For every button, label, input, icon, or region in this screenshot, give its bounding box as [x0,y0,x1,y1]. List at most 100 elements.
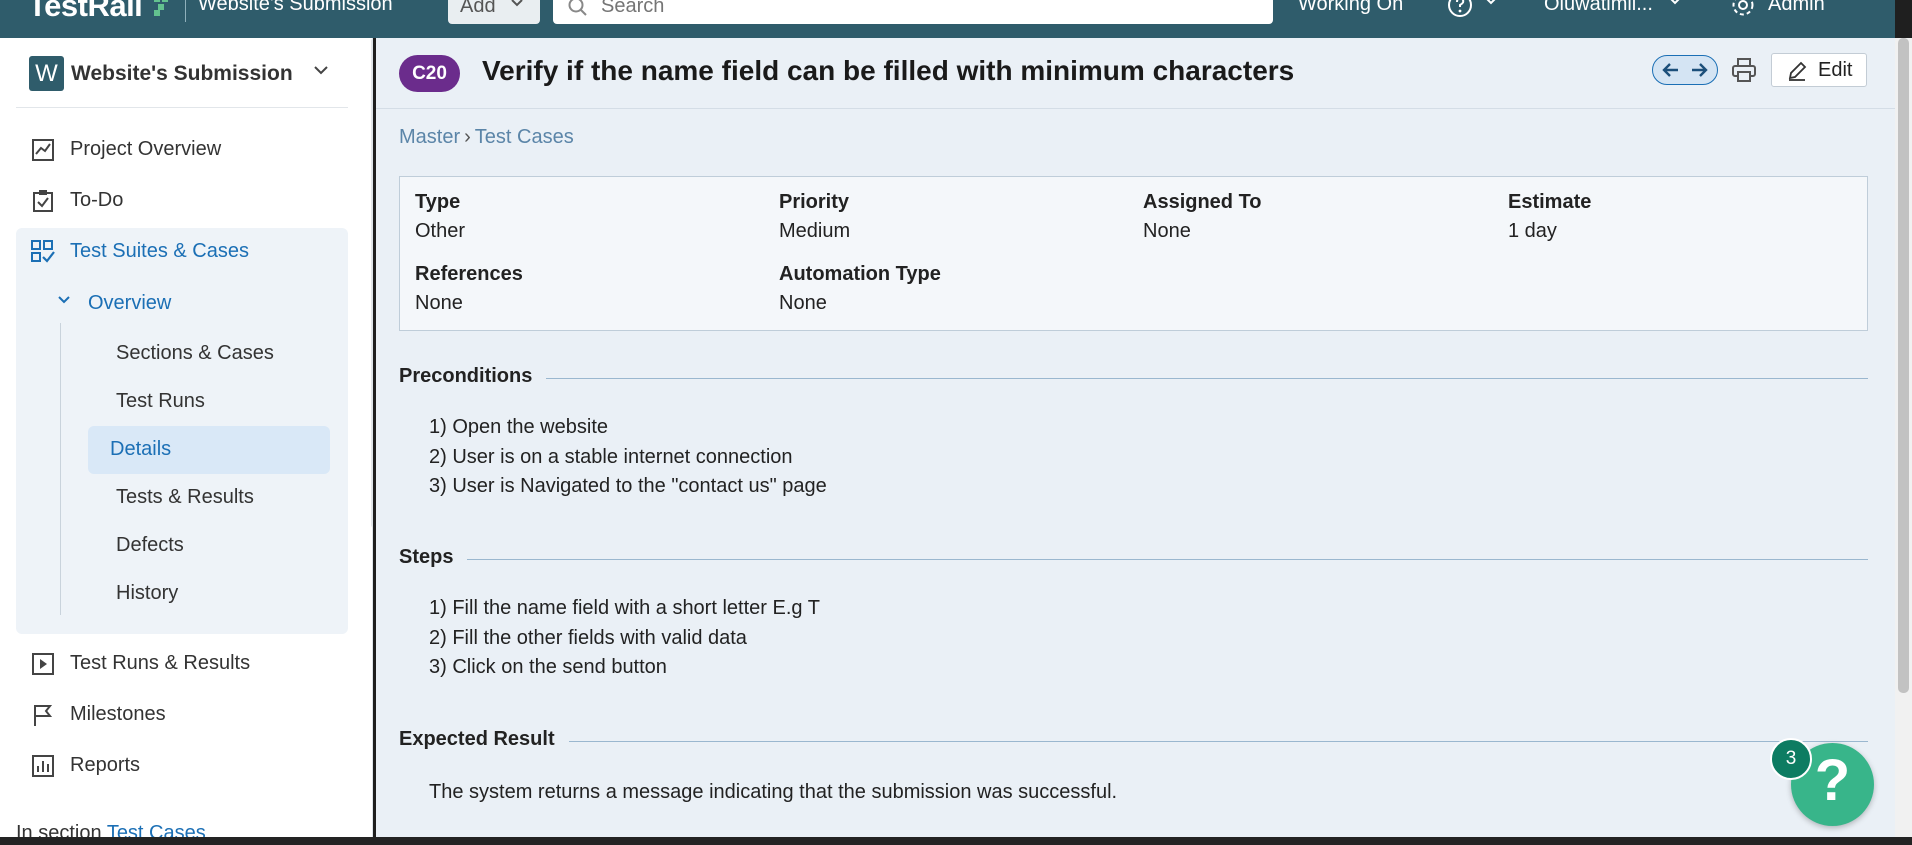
main-content: C20 Verify if the name field can be fill… [376,38,1895,837]
preconditions-list: 1) Open the website 2) User is on a stab… [429,413,827,502]
preconditions-heading: Preconditions [399,365,1868,391]
list-item: 1) Open the website [429,416,608,438]
overview-label: Overview [88,292,172,314]
topbar-project-name[interactable]: Website's Submission [198,0,393,16]
case-navigation [1652,55,1718,85]
notification-badge: 3 [1770,738,1812,780]
property-value: Medium [779,220,851,242]
subnav-item-sections-cases[interactable]: Sections & Cases [116,342,274,365]
in-section-info: In section Test Cases [16,822,206,837]
expected-result-text: The system returns a message indicating … [429,781,1118,803]
printer-icon[interactable] [1730,56,1758,84]
property-label: Assigned To [1143,191,1262,213]
project-avatar: W [29,56,64,91]
sidebar-divider [16,107,348,108]
property-automation-type: Automation Type None [779,263,941,315]
list-item: 1) Fill the name field with a short lett… [429,597,820,619]
testrail-logo[interactable]: TestRail [28,0,143,24]
bar-chart-icon [32,755,54,777]
breadcrumb-master[interactable]: Master [399,126,460,148]
sidebar-item-label: Test Runs & Results [70,652,251,674]
steps-list: 1) Fill the name field with a short lett… [429,594,820,683]
subnav-item-details[interactable]: Details [110,438,171,461]
property-type: Type Other [415,191,465,243]
section-title: Expected Result [399,728,569,751]
project-switcher[interactable]: W Website's Submission [29,56,347,92]
section-rule [399,378,1868,379]
property-estimate: Estimate 1 day [1508,191,1591,243]
subnav-item-tests-results[interactable]: Tests & Results [116,486,254,509]
chevron-down-icon [314,66,328,75]
case-properties: Type Other Priority Medium Assigned To N… [399,176,1868,331]
case-id-badge: C20 [399,55,460,92]
project-name: Website's Submission [71,62,293,85]
list-item: 2) Fill the other fields with valid data [429,626,747,649]
in-section-link[interactable]: Test Cases [107,822,206,837]
sidebar: W Website's Submission Project Overview … [0,38,373,837]
property-label: Type [415,191,461,213]
property-label: References [415,263,523,285]
topbar-divider [185,0,186,22]
sidebar-item-label: Milestones [70,703,166,725]
help-circle-icon[interactable] [1447,0,1473,18]
property-value: None [779,292,827,314]
property-references: References None [415,263,523,315]
section-rule [399,741,1868,742]
section-title: Steps [399,546,468,569]
page-scrollbar[interactable] [1895,38,1912,837]
search-icon [568,0,587,16]
arrow-right-icon[interactable] [1689,61,1709,79]
expected-result-heading: Expected Result [399,728,1868,754]
chevron-down-icon [58,296,70,304]
clipboard-check-icon [33,190,53,212]
list-item: 2) User is on a stable internet connecti… [429,445,793,468]
chart-line-icon [32,139,54,161]
breadcrumb-test-cases[interactable]: Test Cases [475,126,574,148]
gear-icon[interactable] [1730,0,1756,18]
property-label: Estimate [1508,191,1592,213]
subnav-item-test-runs[interactable]: Test Runs [116,390,205,413]
property-value: None [415,292,463,314]
pencil-icon [1788,61,1807,81]
in-section-prefix: In section [16,822,102,837]
property-label: Priority [779,191,850,213]
property-label: Automation Type [779,263,941,285]
edit-button-label: Edit [1818,59,1853,81]
subnav-guide-line [60,323,61,615]
user-menu[interactable]: Oluwatimil... [1544,0,1653,16]
edit-button[interactable]: Edit [1771,53,1867,87]
add-button-label: Add [460,0,496,17]
add-button[interactable]: Add [448,0,540,24]
list-item: 3) Click on the send button [429,656,667,678]
subnav-item-defects[interactable]: Defects [116,534,184,557]
property-value: None [1143,220,1191,242]
property-assigned-to: Assigned To None [1143,191,1262,243]
chevron-down-icon[interactable] [1668,0,1682,6]
subnav-item-history[interactable]: History [116,582,178,605]
case-header: C20 Verify if the name field can be fill… [376,38,1895,109]
working-on-menu[interactable]: Working On [1298,0,1403,16]
list-item: 3) User is Navigated to the "contact us"… [429,475,827,497]
search-box[interactable] [553,0,1273,24]
section-rule [399,559,1868,560]
sidebar-item-label: Reports [70,754,141,776]
breadcrumb-separator: › [464,126,471,148]
sidebar-item-label: Test Suites & Cases [70,240,249,262]
search-input[interactable] [601,0,1241,18]
grid-check-icon [31,240,55,263]
sidebar-item-label: Project Overview [70,138,222,160]
chevron-down-icon [511,0,523,7]
sidebar-scrollbar[interactable] [371,38,372,528]
play-square-icon [32,653,54,675]
page-title: Verify if the name field can be filled w… [482,55,1295,86]
breadcrumb: Master › Test Cases [399,126,574,149]
arrow-left-icon[interactable] [1661,61,1681,79]
chevron-down-icon[interactable] [1484,0,1498,6]
steps-heading: Steps [399,546,1868,572]
scrollbar-thumb[interactable] [1898,38,1909,693]
flag-icon [34,705,53,726]
sidebar-item-label: To-Do [70,189,124,211]
top-navigation-bar: TestRail Website's Submission Add Workin… [0,0,1895,38]
property-priority: Priority Medium [779,191,850,243]
admin-link[interactable]: Admin [1768,0,1825,16]
